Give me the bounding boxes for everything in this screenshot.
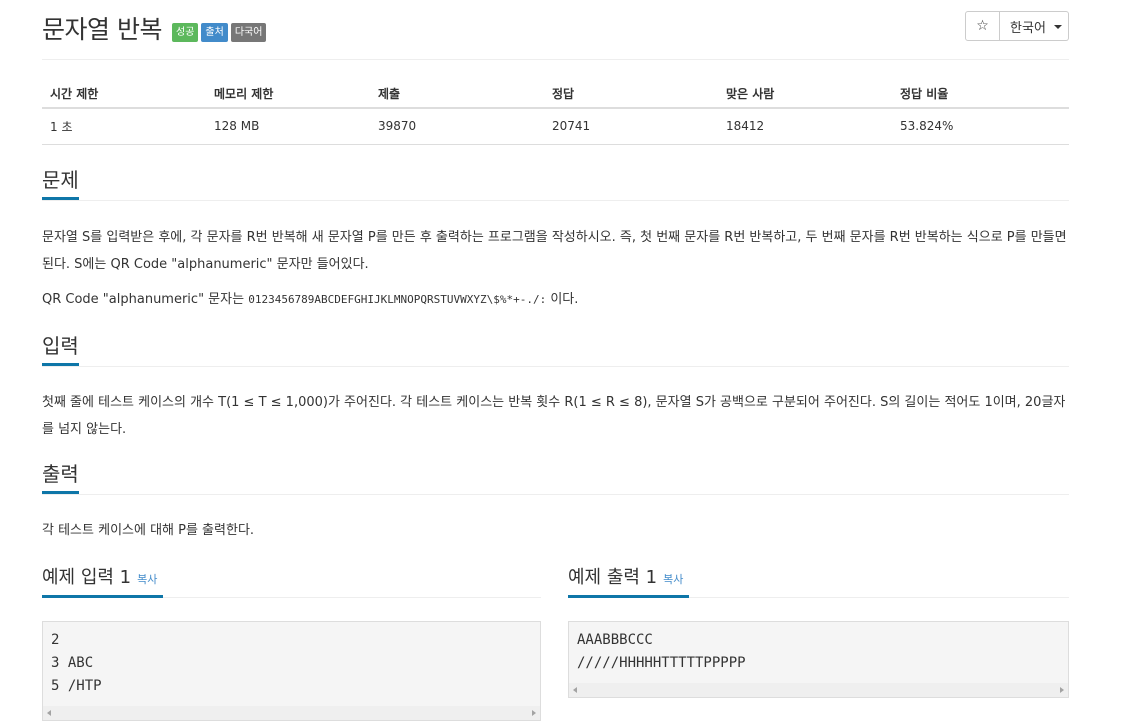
- favorite-button[interactable]: ☆: [965, 11, 1000, 41]
- sample-input-block: 예제 입력 1 복사: [42, 563, 541, 598]
- badge-group: 성공 출처 다국어: [172, 23, 267, 42]
- alphanumeric-prefix: QR Code "alphanumeric" 문자는: [42, 292, 249, 307]
- solvers-value: 18412: [718, 108, 892, 145]
- code-line: AAABBBCCC: [577, 632, 653, 648]
- submissions-value: 39870: [370, 108, 544, 145]
- status-badge-multilang[interactable]: 다국어: [230, 23, 267, 42]
- status-badge-source[interactable]: 출처: [201, 23, 228, 42]
- sample-output-code[interactable]: AAABBBCCC /////HHHHHTTTTTPPPPP: [568, 621, 1069, 698]
- copy-sample-input-button[interactable]: 복사: [137, 573, 157, 586]
- description-paragraph: 문자열 S를 입력받은 후에, 각 문자를 R번 반복해 새 문자열 P를 만든…: [42, 230, 1067, 272]
- code-line: 5 /HTP: [51, 678, 102, 694]
- code-line: 2: [51, 632, 60, 648]
- col-time-limit: 시간 제한: [42, 80, 206, 109]
- alphanumeric-suffix: 이다.: [546, 292, 579, 307]
- table-header-row: 시간 제한 메모리 제한 제출 정답 맞은 사람 정답 비율: [42, 80, 1069, 109]
- horizontal-scrollbar[interactable]: [43, 706, 540, 720]
- memory-limit-value: 128 MB: [206, 108, 370, 145]
- table-row: 1 초 128 MB 39870 20741 18412 53.824%: [42, 108, 1069, 145]
- scroll-right-icon[interactable]: [1060, 687, 1064, 693]
- scroll-left-icon[interactable]: [573, 687, 577, 693]
- col-solvers: 맞은 사람: [718, 80, 892, 109]
- ratio-value: 53.824%: [892, 108, 1069, 145]
- output-paragraph: 각 테스트 케이스에 대해 P를 출력한다.: [42, 523, 255, 538]
- section-description-header: 문제: [42, 168, 1069, 201]
- time-limit-value: 1 초: [42, 108, 206, 145]
- section-description-title: 문제: [42, 168, 79, 200]
- horizontal-scrollbar[interactable]: [569, 683, 1068, 697]
- section-output-title: 출력: [42, 462, 79, 494]
- star-icon: ☆: [976, 18, 989, 34]
- status-badge-success[interactable]: 성공: [172, 23, 199, 42]
- sample-input-title: 예제 입력 1 복사: [42, 563, 164, 598]
- language-dropdown[interactable]: 한국어: [1000, 11, 1069, 41]
- col-memory-limit: 메모리 제한: [206, 80, 370, 109]
- col-accepted: 정답: [544, 80, 718, 109]
- section-input-title: 입력: [42, 334, 79, 366]
- section-output-header: 출력: [42, 462, 1069, 495]
- sample-output-header: 예제 출력 1 복사: [568, 563, 1069, 598]
- copy-sample-output-button[interactable]: 복사: [663, 573, 683, 586]
- problem-title: 문자열 반복: [42, 15, 162, 44]
- scroll-right-icon[interactable]: [532, 710, 536, 716]
- alphanumeric-text: QR Code "alphanumeric" 문자는 0123456789ABC…: [42, 286, 1069, 313]
- sample-input-heading: 예제 입력 1: [42, 567, 132, 588]
- alphanumeric-code: 0123456789ABCDEFGHIJKLMNOPQRSTUVWXYZ\$%*…: [248, 293, 547, 306]
- col-submissions: 제출: [370, 80, 544, 109]
- problem-header: 문자열 반복 성공 출처 다국어 ☆ 한국어: [42, 0, 1069, 60]
- language-label: 한국어: [1010, 20, 1046, 36]
- code-line: /////HHHHHTTTTTPPPPP: [577, 655, 746, 671]
- sample-output-heading: 예제 출력 1: [568, 567, 658, 588]
- input-paragraph: 첫째 줄에 테스트 케이스의 개수 T(1 ≤ T ≤ 1,000)가 주어진다…: [42, 395, 1066, 437]
- output-description: 각 테스트 케이스에 대해 P를 출력한다.: [42, 517, 1069, 544]
- sample-input-code[interactable]: 2 3 ABC 5 /HTP: [42, 621, 541, 721]
- description-text: 문자열 S를 입력받은 후에, 각 문자를 R번 반복해 새 문자열 P를 만든…: [42, 224, 1069, 278]
- code-line: 3 ABC: [51, 655, 94, 671]
- section-input-header: 입력: [42, 334, 1069, 367]
- input-description: 첫째 줄에 테스트 케이스의 개수 T(1 ≤ T ≤ 1,000)가 주어진다…: [42, 389, 1069, 443]
- chevron-down-icon: [1053, 25, 1062, 29]
- scroll-left-icon[interactable]: [47, 710, 51, 716]
- sample-output-block: 예제 출력 1 복사: [568, 563, 1069, 598]
- col-ratio: 정답 비율: [892, 80, 1069, 109]
- accepted-value: 20741: [544, 108, 718, 145]
- sample-input-header: 예제 입력 1 복사: [42, 563, 541, 598]
- problem-page: 문자열 반복 성공 출처 다국어 ☆ 한국어 시간 제한 메모리 제한 제출 정…: [42, 0, 1069, 721]
- problem-info-table: 시간 제한 메모리 제한 제출 정답 맞은 사람 정답 비율 1 초 128 M…: [42, 80, 1069, 145]
- header-actions: ☆ 한국어: [965, 11, 1069, 41]
- sample-output-title: 예제 출력 1 복사: [568, 563, 690, 598]
